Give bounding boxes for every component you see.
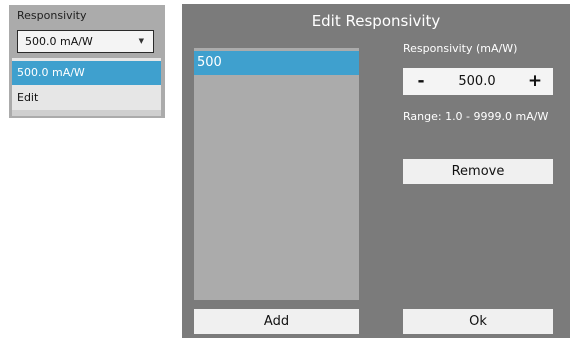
chevron-down-icon[interactable]: ▼ [139,37,144,45]
remove-button[interactable]: Remove [403,159,553,184]
edit-responsivity-dialog: Edit Responsivity 500 Add Responsivity (… [182,4,570,338]
dialog-title: Edit Responsivity [311,12,441,30]
list-item[interactable]: 500 [194,51,359,75]
responsivity-field-label: Responsivity (mA/W) [403,42,518,55]
minus-icon[interactable]: - [409,68,433,95]
responsivity-label: Responsivity [17,9,87,22]
combo-dropdown-list: 500.0 mA/W Edit [12,58,161,116]
ok-button[interactable]: Ok [403,309,553,334]
responsivity-combo-panel: Responsivity 500.0 mA/W ▼ 500.0 mA/W Edi… [9,5,165,118]
responsivity-list[interactable]: 500 [194,48,359,300]
responsivity-stepper: - 500.0 + [403,68,553,95]
dropdown-bottom-edge [12,110,161,116]
plus-icon[interactable]: + [523,68,547,95]
combo-option-edit[interactable]: Edit [12,86,161,110]
add-button[interactable]: Add [194,309,359,334]
stepper-value-input[interactable]: 500.0 [437,68,517,95]
combo-option-500[interactable]: 500.0 mA/W [12,61,161,85]
range-text: Range: 1.0 - 9999.0 mA/W [403,110,549,123]
responsivity-combo-box[interactable]: 500.0 mA/W ▼ [17,30,154,53]
combo-selected-value: 500.0 mA/W [25,35,93,48]
